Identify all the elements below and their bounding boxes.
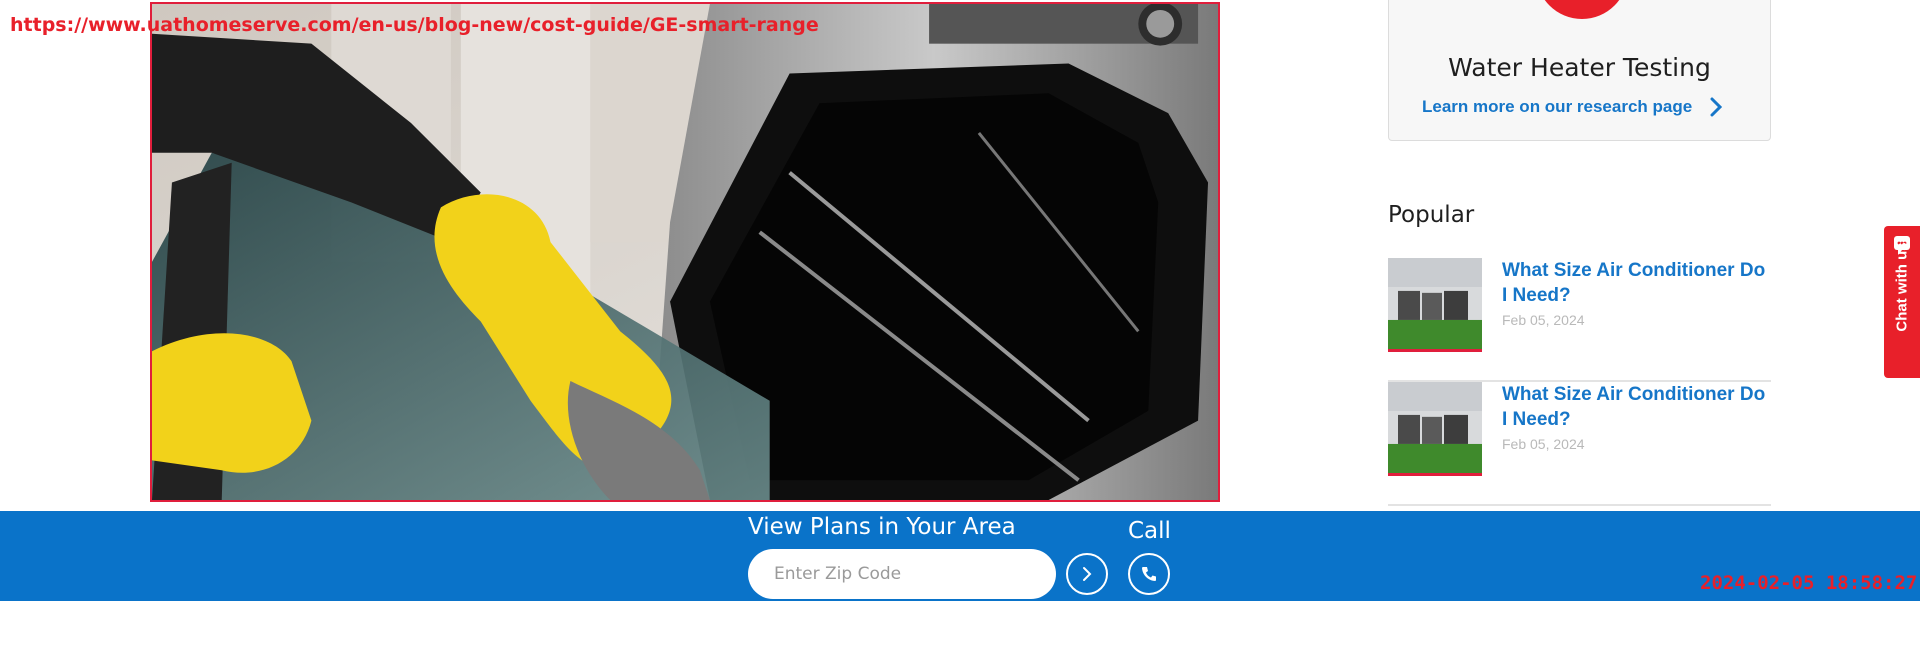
research-page-link[interactable]: Learn more on our research page — [1422, 97, 1724, 117]
chevron-right-icon — [1083, 567, 1092, 581]
popular-item-title[interactable]: What Size Air Conditioner Do I Need? — [1502, 382, 1771, 432]
promo-badge-icon — [1536, 0, 1628, 19]
zip-bar: View Plans in Your Area Call — [0, 511, 1920, 601]
zip-heading: View Plans in Your Area — [748, 514, 1016, 540]
timestamp-overlay: 2024-02-05 18:58:27 — [1700, 572, 1918, 594]
popular-item-title[interactable]: What Size Air Conditioner Do I Need? — [1502, 258, 1771, 308]
chat-tab[interactable]: Chat with us — [1884, 226, 1920, 378]
url-overlay: https://www.uathomeserve.com/en-us/blog-… — [10, 14, 819, 36]
call-button[interactable] — [1128, 553, 1170, 595]
zip-submit-button[interactable] — [1066, 553, 1108, 595]
call-label: Call — [1128, 518, 1171, 544]
popular-item[interactable]: What Size Air Conditioner Do I Need? Feb… — [1388, 382, 1771, 506]
hero-image — [150, 2, 1220, 502]
promo-title: Water Heater Testing — [1448, 53, 1711, 82]
oven-photo — [152, 4, 1218, 500]
chevron-right-icon — [1710, 97, 1723, 117]
promo-card: Water Heater Testing Learn more on our r… — [1388, 0, 1771, 141]
popular-item[interactable]: What Size Air Conditioner Do I Need? Feb… — [1388, 258, 1771, 382]
popular-list: What Size Air Conditioner Do I Need? Feb… — [1388, 258, 1771, 510]
ac-units-thumbnail[interactable] — [1388, 382, 1482, 476]
popular-item-date: Feb 05, 2024 — [1502, 312, 1585, 328]
chat-label: Chat with us — [1893, 242, 1911, 332]
ac-units-thumbnail[interactable] — [1388, 258, 1482, 352]
popular-heading: Popular — [1388, 202, 1475, 228]
zip-code-input[interactable] — [748, 549, 1056, 599]
research-link-label: Learn more on our research page — [1422, 97, 1693, 116]
phone-icon — [1142, 567, 1156, 581]
popular-item-date: Feb 05, 2024 — [1502, 436, 1585, 452]
